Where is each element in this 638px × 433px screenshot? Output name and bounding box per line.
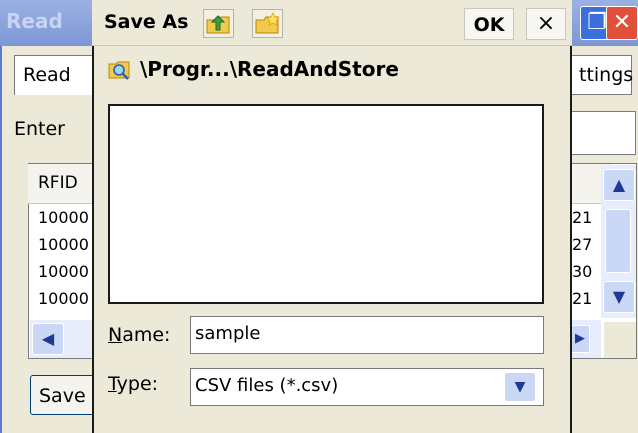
ok-button[interactable]: OK	[464, 8, 514, 40]
file-list[interactable]	[108, 104, 544, 304]
list-item[interactable]: 10000	[38, 262, 89, 281]
new-folder-icon[interactable]	[252, 9, 283, 38]
type-select[interactable]: CSV files (*.csv)	[190, 368, 544, 406]
tab-read[interactable]: Read	[14, 55, 104, 95]
scroll-right-button[interactable]: ▶	[570, 325, 590, 353]
list-item-value: 21	[572, 208, 593, 227]
scroll-down-button[interactable]: ▼	[603, 281, 635, 313]
scroll-up-button[interactable]: ▲	[603, 169, 635, 201]
vertical-scrollbar[interactable]: ▲ ▼	[601, 165, 636, 318]
list-item-value: 30	[572, 262, 593, 281]
enter-label: Enter	[14, 118, 65, 140]
name-label: Name:	[108, 324, 171, 346]
dialog-title: Save As	[104, 11, 189, 33]
close-icon: ✕	[612, 10, 632, 35]
folder-search-icon	[108, 58, 132, 82]
dialog-close-button[interactable]: ×	[526, 8, 566, 40]
background-window-title: Read	[6, 9, 63, 33]
list-item-value: 27	[572, 235, 593, 254]
window-close-button[interactable]: ✕	[606, 6, 638, 40]
resize-grip-icon[interactable]	[604, 322, 636, 358]
list-item[interactable]: 10000	[38, 289, 89, 308]
chevron-down-icon[interactable]: ▼	[504, 372, 536, 402]
list-item-value: 21	[572, 289, 593, 308]
name-input[interactable]: sample	[190, 316, 544, 354]
type-label: Type:	[108, 373, 159, 395]
enter-input[interactable]	[570, 111, 636, 155]
tab-settings[interactable]: ttings	[570, 55, 633, 95]
folder-up-icon[interactable]	[203, 9, 234, 38]
scroll-thumb[interactable]	[605, 209, 631, 273]
list-item[interactable]: 10000	[38, 208, 89, 227]
current-path: \Progr...\ReadAndStore	[140, 57, 399, 81]
scroll-left-button[interactable]: ◀	[32, 323, 64, 355]
list-item[interactable]: 10000	[38, 235, 89, 254]
column-header-rfid[interactable]: RFID	[38, 173, 78, 193]
